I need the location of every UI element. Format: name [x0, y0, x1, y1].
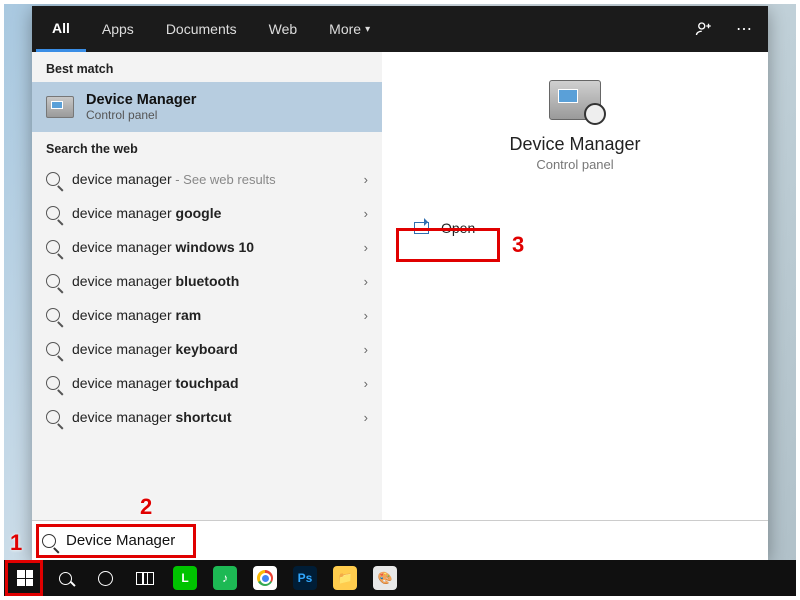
- best-match-result[interactable]: Device Manager Control panel: [32, 82, 382, 132]
- web-result-text: device manager touchpad: [72, 375, 352, 391]
- web-result-item[interactable]: device manager windows 10 ›: [32, 230, 382, 264]
- web-result-text: device manager keyboard: [72, 341, 352, 357]
- tab-documents[interactable]: Documents: [150, 6, 253, 52]
- chevron-right-icon: ›: [364, 172, 368, 187]
- search-icon: [42, 534, 56, 548]
- windows-logo-icon: [17, 570, 33, 586]
- section-search-web: Search the web: [32, 132, 382, 162]
- search-icon: [46, 342, 60, 356]
- web-result-item[interactable]: device manager - See web results ›: [32, 162, 382, 196]
- search-icon: [46, 410, 60, 424]
- taskbar-app-explorer[interactable]: 📁: [326, 562, 364, 594]
- preview-device-manager-icon: [549, 80, 601, 120]
- best-match-title: Device Manager: [86, 92, 196, 108]
- chevron-right-icon: ›: [364, 308, 368, 323]
- search-tabs: All Apps Documents Web More▾ ⋯: [32, 6, 768, 52]
- taskbar: L ♪ Ps 📁 🎨: [4, 560, 796, 596]
- search-input[interactable]: [66, 532, 758, 549]
- web-result-item[interactable]: device manager keyboard ›: [32, 332, 382, 366]
- web-result-text: device manager ram: [72, 307, 352, 323]
- web-result-text: device manager - See web results: [72, 171, 352, 187]
- web-results-list: device manager - See web results›device …: [32, 162, 382, 434]
- chevron-right-icon: ›: [364, 274, 368, 289]
- task-view-button[interactable]: [126, 562, 164, 594]
- taskbar-search-button[interactable]: [46, 562, 84, 594]
- tab-web[interactable]: Web: [253, 6, 314, 52]
- taskbar-app-line[interactable]: L: [166, 562, 204, 594]
- taskbar-app-paint[interactable]: 🎨: [366, 562, 404, 594]
- section-best-match: Best match: [32, 52, 382, 82]
- web-result-item[interactable]: device manager shortcut ›: [32, 400, 382, 434]
- task-view-icon: [136, 572, 154, 585]
- search-icon: [46, 206, 60, 220]
- open-icon: [414, 222, 429, 234]
- cortana-icon: [98, 571, 113, 586]
- results-column: Best match Device Manager Control panel …: [32, 52, 382, 520]
- best-match-subtitle: Control panel: [86, 108, 196, 122]
- spotify-icon: ♪: [213, 566, 237, 590]
- search-bar: [32, 520, 768, 560]
- search-icon: [46, 172, 60, 186]
- open-action[interactable]: Open: [400, 212, 489, 244]
- folder-icon: 📁: [333, 566, 357, 590]
- tab-more[interactable]: More▾: [313, 6, 386, 52]
- web-result-item[interactable]: device manager ram ›: [32, 298, 382, 332]
- web-result-text: device manager google: [72, 205, 352, 221]
- web-result-text: device manager shortcut: [72, 409, 352, 425]
- line-icon: L: [173, 566, 197, 590]
- paint-icon: 🎨: [373, 566, 397, 590]
- chevron-right-icon: ›: [364, 206, 368, 221]
- feedback-icon[interactable]: [684, 6, 724, 52]
- start-button[interactable]: [6, 562, 44, 594]
- search-icon: [46, 274, 60, 288]
- tab-apps[interactable]: Apps: [86, 6, 150, 52]
- taskbar-app-photoshop[interactable]: Ps: [286, 562, 324, 594]
- web-result-item[interactable]: device manager touchpad ›: [32, 366, 382, 400]
- more-options-icon[interactable]: ⋯: [724, 6, 764, 52]
- taskbar-app-spotify[interactable]: ♪: [206, 562, 244, 594]
- start-search-panel: All Apps Documents Web More▾ ⋯ Best matc…: [32, 6, 768, 560]
- preview-pane: Device Manager Control panel Open: [382, 52, 768, 520]
- web-result-item[interactable]: device manager google ›: [32, 196, 382, 230]
- chevron-right-icon: ›: [364, 240, 368, 255]
- chrome-icon: [253, 566, 277, 590]
- preview-title: Device Manager: [509, 134, 640, 155]
- chevron-down-icon: ▾: [365, 24, 370, 35]
- preview-subtitle: Control panel: [536, 157, 613, 172]
- chevron-right-icon: ›: [364, 410, 368, 425]
- search-icon: [46, 240, 60, 254]
- photoshop-icon: Ps: [293, 566, 317, 590]
- cortana-button[interactable]: [86, 562, 124, 594]
- device-manager-icon: [46, 96, 74, 118]
- web-result-text: device manager windows 10: [72, 239, 352, 255]
- callout-number-1: 1: [10, 530, 22, 556]
- taskbar-app-chrome[interactable]: [246, 562, 284, 594]
- search-icon: [46, 376, 60, 390]
- search-icon: [59, 572, 72, 585]
- web-result-item[interactable]: device manager bluetooth ›: [32, 264, 382, 298]
- web-result-text: device manager bluetooth: [72, 273, 352, 289]
- open-label: Open: [441, 220, 475, 236]
- tab-all[interactable]: All: [36, 6, 86, 52]
- chevron-right-icon: ›: [364, 376, 368, 391]
- search-icon: [46, 308, 60, 322]
- chevron-right-icon: ›: [364, 342, 368, 357]
